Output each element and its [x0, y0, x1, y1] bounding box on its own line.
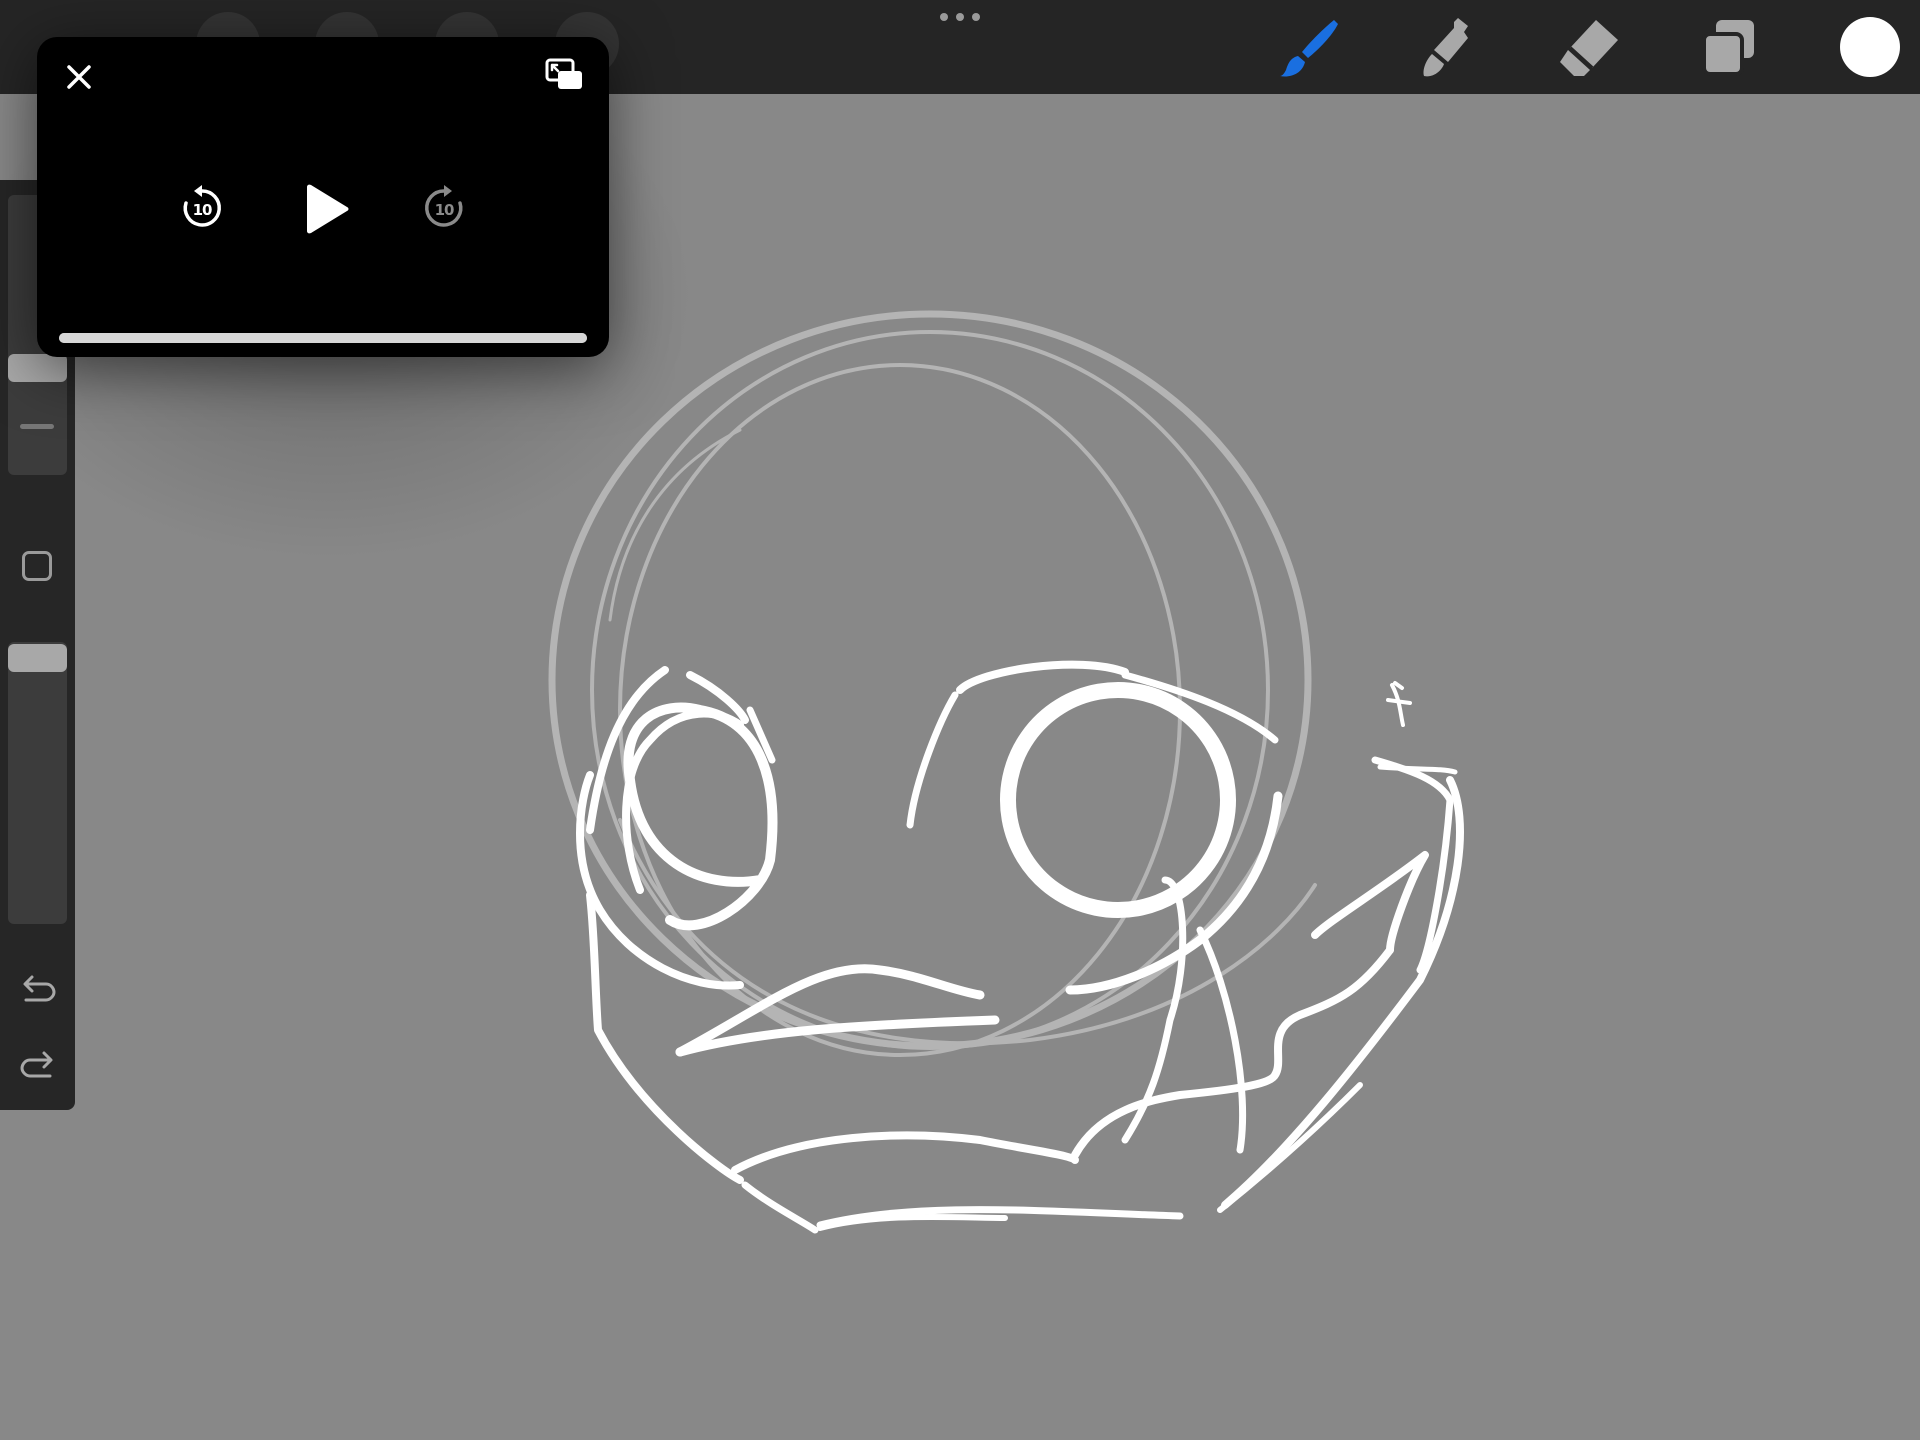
pip-close-button[interactable]	[59, 57, 99, 97]
app-window: 10 10	[0, 0, 1920, 1440]
undo-button[interactable]	[18, 968, 58, 1008]
pip-restore-button[interactable]	[541, 55, 587, 95]
redo-button[interactable]	[18, 1044, 58, 1084]
skip-back-button[interactable]: 10	[177, 183, 227, 233]
layers-icon	[1702, 20, 1754, 76]
eraser-tool-button[interactable]	[1552, 12, 1624, 84]
brush-size-indicator	[20, 424, 54, 429]
layers-button[interactable]	[1692, 12, 1764, 84]
multitasking-grabber[interactable]	[940, 12, 980, 22]
eraser-icon	[1560, 20, 1618, 76]
restore-window-icon	[545, 58, 582, 89]
undo-icon	[23, 975, 56, 1002]
opacity-thumb[interactable]	[8, 644, 67, 672]
pip-progress-bar[interactable]	[59, 333, 587, 343]
brush-tool-button[interactable]	[1274, 12, 1346, 84]
brush-size-thumb[interactable]	[8, 353, 67, 382]
play-button[interactable]	[297, 181, 353, 237]
opacity-slider[interactable]	[8, 642, 67, 924]
sketch-strokes	[576, 660, 1464, 1234]
smudge-tool-button[interactable]	[1412, 12, 1484, 84]
skip-back-label: 10	[192, 200, 213, 219]
modify-square-icon[interactable]	[22, 551, 52, 581]
skip-forward-button[interactable]: 10	[419, 183, 469, 233]
color-picker-button[interactable]	[1840, 17, 1900, 77]
pip-progress-fill	[59, 333, 587, 343]
brush-icon	[1280, 20, 1338, 77]
smudge-icon	[1423, 18, 1468, 77]
skip-forward-label: 10	[434, 200, 455, 219]
pip-video-player[interactable]: 10 10	[37, 37, 609, 357]
play-icon	[307, 184, 349, 234]
redo-icon	[20, 1051, 53, 1078]
close-icon	[67, 65, 91, 89]
